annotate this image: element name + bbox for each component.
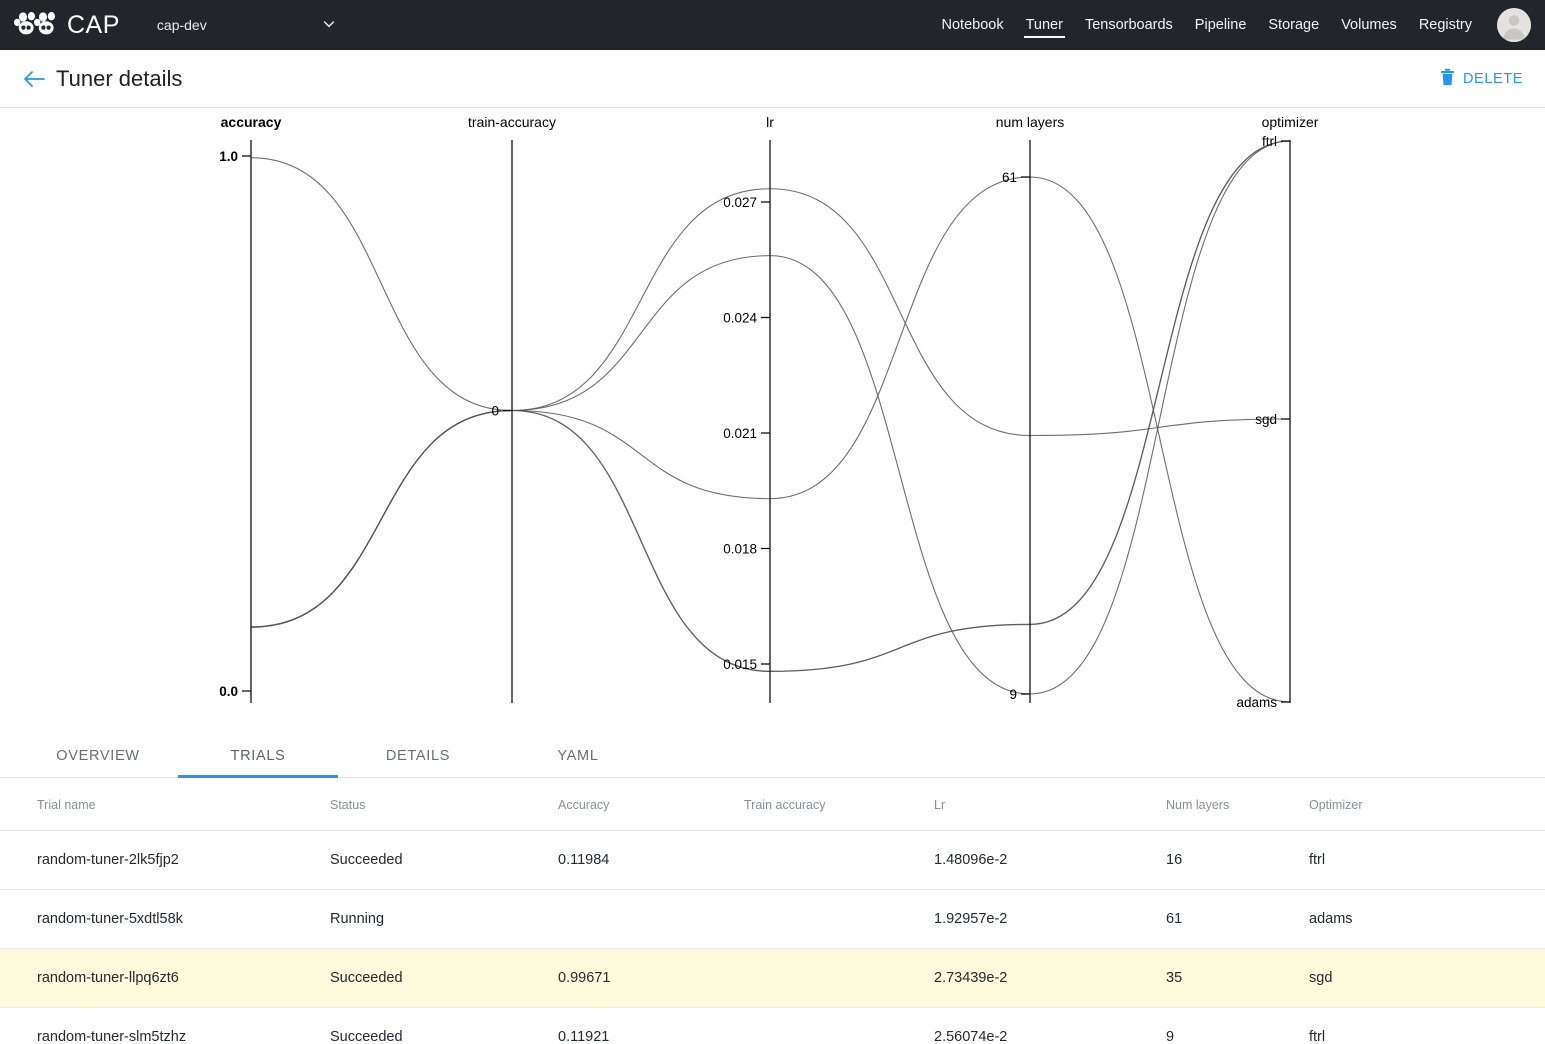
cell-trial-name: random-tuner-slm5tzhz [0,1007,330,1044]
axis-title-lr[interactable]: lr [766,114,774,130]
brand-name: CAP [67,10,120,39]
cell-status: Succeeded [330,1007,558,1044]
column-header-status[interactable]: Status [330,778,558,831]
cell-lr: 1.92957e-2 [934,889,1166,949]
trials-table-body: random-tuner-2lk5fjp2 Succeeded 0.11984 1.4… [0,830,1545,1044]
cell-trial-name: random-tuner-5xdtl58k [0,889,330,949]
axis-tick-label: 0.015 [723,657,757,672]
cell-optimizer: sgd [1309,948,1545,1008]
page-header: Tuner details DELETE [0,50,1545,108]
cell-trial-name: random-tuner-llpq6zt6 [0,948,330,1008]
cell-trial-name: random-tuner-2lk5fjp2 [0,830,330,890]
delete-button-label: DELETE [1462,70,1523,87]
top-navigation-bar: CAP cap-dev Notebook Tuner Tensorboards … [0,0,1545,50]
cell-num-layers: 9 [1166,1007,1309,1044]
cell-num-layers: 35 [1166,948,1309,1008]
nav-item-volumes[interactable]: Volumes [1330,0,1408,50]
nav-item-registry[interactable]: Registry [1408,0,1483,50]
axis-tick-label: ftrl [1262,134,1277,149]
axis-tick-label: 0.027 [723,195,757,210]
cell-lr: 1.48096e-2 [934,830,1166,890]
axis-tick-label: 0.021 [723,426,757,441]
parallel-coordinates-svg: accuracy 1.0 0.0 train-accuracy 0 lr 0.027 0.02… [219,114,1319,710]
cell-lr: 2.73439e-2 [934,948,1166,1008]
parallel-coordinates-chart[interactable]: accuracy 1.0 0.0 train-accuracy 0 lr 0.027 0.02… [0,108,1545,728]
tab-yaml[interactable]: YAML [498,748,658,777]
column-header-train-accuracy[interactable]: Train accuracy [744,778,934,831]
cell-train-accuracy [744,830,934,890]
nav-item-tensorboards[interactable]: Tensorboards [1074,0,1184,50]
table-header-row: Trial name Status Accuracy Train accurac… [0,778,1545,831]
main-navigation: Notebook Tuner Tensorboards Pipeline Sto… [931,0,1545,50]
delete-button[interactable]: DELETE [1440,68,1523,90]
cell-num-layers: 16 [1166,830,1309,890]
axis-tick-label: 0 [491,404,499,419]
cell-accuracy: 0.11921 [558,1007,744,1044]
cell-optimizer: ftrl [1309,1007,1545,1044]
column-header-optimizer[interactable]: Optimizer [1309,778,1545,831]
axis-title-accuracy[interactable]: accuracy [221,114,282,130]
paws-logo-icon [14,10,60,41]
chevron-down-icon [321,16,337,35]
cell-optimizer: ftrl [1309,830,1545,890]
column-header-num-layers[interactable]: Num layers [1166,778,1309,831]
column-header-accuracy[interactable]: Accuracy [558,778,744,831]
trials-table: Trial name Status Accuracy Train accurac… [0,778,1545,1044]
tab-bar: OVERVIEW TRIALS DETAILS YAML [0,728,1545,778]
axis-title-train-accuracy[interactable]: train-accuracy [468,114,556,130]
cell-num-layers: 61 [1166,889,1309,949]
cell-train-accuracy [744,948,934,1008]
table-row[interactable]: random-tuner-2lk5fjp2 Succeeded 0.11984 1.4… [0,830,1545,890]
nav-item-pipeline[interactable]: Pipeline [1184,0,1258,50]
axis-tick-label: 9 [1009,687,1017,702]
user-avatar-icon[interactable] [1497,8,1531,42]
cell-status: Running [330,889,558,949]
tab-details[interactable]: DETAILS [338,748,498,777]
axis-tick-label: 0.024 [723,311,757,326]
page-title: Tuner details [56,65,183,91]
namespace-selector[interactable]: cap-dev [157,16,343,35]
cell-accuracy [558,889,744,949]
tab-overview[interactable]: OVERVIEW [18,748,178,777]
arrow-left-icon[interactable] [22,70,46,88]
axis-tick-label: 0.0 [219,684,238,699]
axis-title-num-layers[interactable]: num layers [996,114,1064,130]
cell-status: Succeeded [330,830,558,890]
axis-title-optimizer[interactable]: optimizer [1262,114,1319,130]
trials-table-head: Trial name Status Accuracy Train accurac… [0,778,1545,831]
nav-item-notebook[interactable]: Notebook [931,0,1015,50]
trash-icon [1440,68,1455,90]
cell-train-accuracy [744,889,934,949]
axis-tick-label: 61 [1002,170,1017,185]
table-row[interactable]: random-tuner-llpq6zt6 Succeeded 0.99671 2.7… [0,948,1545,1008]
tab-trials[interactable]: TRIALS [178,748,338,778]
brand-logo[interactable]: CAP [14,10,120,41]
axis-tick-label: 1.0 [219,149,238,164]
axis-tick-label: adams [1236,695,1277,710]
table-row[interactable]: random-tuner-5xdtl58k Running 1.92957e-2 61… [0,889,1545,949]
nav-item-tuner[interactable]: Tuner [1015,0,1074,50]
cell-optimizer: adams [1309,889,1545,949]
table-row[interactable]: random-tuner-slm5tzhz Succeeded 0.11921 2.5… [0,1007,1545,1044]
axis-tick-label: sgd [1255,412,1277,427]
axis-tick-label: 0.018 [723,542,757,557]
cell-accuracy: 0.99671 [558,948,744,1008]
cell-lr: 2.56074e-2 [934,1007,1166,1044]
column-header-trial-name[interactable]: Trial name [0,778,330,831]
cell-status: Succeeded [330,948,558,1008]
cell-train-accuracy [744,1007,934,1044]
column-header-lr[interactable]: Lr [934,778,1166,831]
nav-item-storage[interactable]: Storage [1257,0,1330,50]
namespace-label: cap-dev [156,17,207,33]
cell-accuracy: 0.11984 [558,830,744,890]
